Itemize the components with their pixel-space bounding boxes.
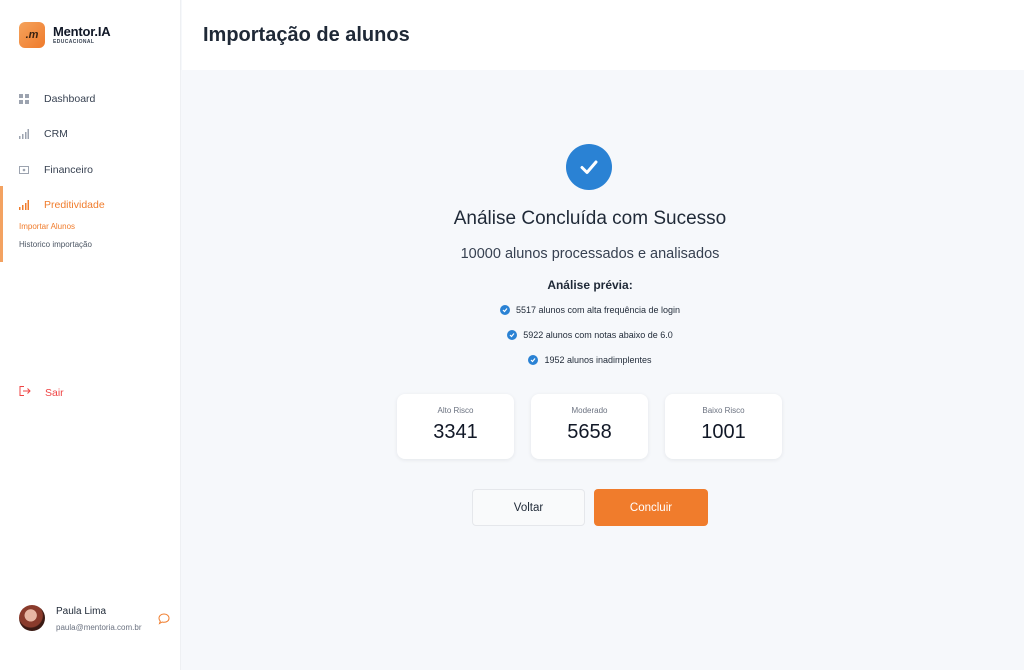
risk-card-moderate: Moderado 5658 [531,394,648,459]
preview-bullet-text: 5517 alunos com alta frequência de login [515,305,681,315]
user-email: paula@mentoria.com.br [56,623,142,632]
sidebar-item-preditividade[interactable]: Preditividade [19,199,105,211]
logo-mark: .m [25,29,39,41]
logo-icon: .m [19,22,45,48]
preview-bullet-text: 5922 alunos com notas abaixo de 6.0 [523,330,673,340]
sidebar-subitem-importar-alunos[interactable]: Importar Alunos [19,222,75,231]
preview-bullet: 5922 alunos com notas abaixo de 6.0 [380,330,800,340]
grid-icon [19,94,29,104]
brand-name: Mentor.IA [53,24,111,39]
risk-card-value: 1001 [701,421,746,443]
brand[interactable]: .m Mentor.IA EDUCACIONAL [19,22,111,48]
sidebar-item-label: Dashboard [44,93,96,105]
preview-bullet: 5517 alunos com alta frequência de login [380,305,800,315]
risk-card-label: Moderado [571,406,608,415]
sidebar-item-label: Preditividade [44,199,105,211]
logout-button[interactable]: Sair [19,386,64,399]
finish-button[interactable]: Concluir [594,489,708,526]
risk-card-label: Baixo Risco [702,406,745,415]
sidebar-item-label: Financeiro [44,164,94,176]
risk-card-value: 5658 [567,421,612,443]
avatar [19,605,45,631]
money-icon [19,165,29,175]
risk-card-low: Baixo Risco 1001 [665,394,782,459]
risk-card-label: Alto Risco [437,406,474,415]
logout-label: Sair [45,386,64,399]
bar-chart-icon [19,200,29,210]
sidebar-item-crm[interactable]: CRM [19,128,68,140]
result-headline: Análise Concluída com Sucesso [453,208,727,229]
sidebar: .m Mentor.IA EDUCACIONAL Dashboard CRM F… [0,0,181,670]
sidebar-item-dashboard[interactable]: Dashboard [19,93,95,105]
bar-chart-icon [19,129,29,139]
success-check-icon [566,144,612,190]
page-header: Importação de alunos [182,0,1024,70]
preview-title: Análise prévia: [547,278,633,292]
page-title: Importação de alunos [203,24,410,46]
check-badge-icon [499,305,510,315]
sidebar-item-label: CRM [44,128,68,140]
check-badge-icon [528,355,539,365]
check-badge-icon [507,330,518,340]
user-profile[interactable]: Paula Lima paula@mentoria.com.br [19,604,171,634]
risk-card-high: Alto Risco 3341 [397,394,514,459]
risk-card-value: 3341 [433,421,478,443]
chat-icon[interactable] [158,612,170,630]
brand-subtitle: EDUCACIONAL [53,39,95,45]
sidebar-subitem-historico-importacao[interactable]: Historico importação [19,240,92,249]
preview-bullet: 1952 alunos inadimplentes [380,355,800,365]
preview-bullet-text: 1952 alunos inadimplentes [544,355,652,365]
logout-icon [19,386,31,399]
back-button[interactable]: Voltar [472,489,585,526]
user-name: Paula Lima [56,606,107,617]
active-indicator [0,186,3,262]
sidebar-item-financeiro[interactable]: Financeiro [19,164,93,176]
result-summary: 10000 alunos processados e analisados [460,246,720,262]
